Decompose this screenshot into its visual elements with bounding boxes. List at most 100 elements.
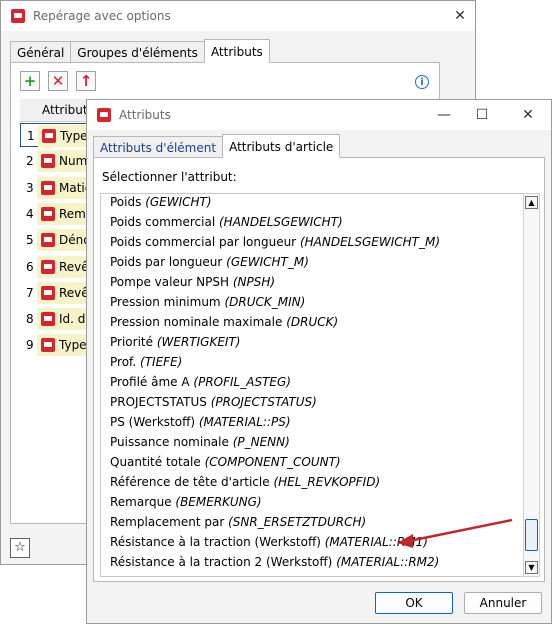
list-item[interactable]: Résistance à la traction (Werkstoff) (MA… bbox=[110, 532, 428, 552]
attribute-name: Priorité bbox=[110, 335, 153, 349]
table-row[interactable]: 7 Revêt bbox=[20, 281, 95, 305]
table-row[interactable]: 1 Type bbox=[20, 123, 96, 147]
ok-button[interactable]: OK bbox=[375, 592, 453, 614]
attribute-name: Référence de tête d'article bbox=[110, 475, 270, 489]
row-label: Type bbox=[60, 129, 88, 143]
list-item[interactable]: PROJECTSTATUS (PROJECTSTATUS) bbox=[110, 392, 317, 412]
tab-attributs-element[interactable]: Attributs d'élément bbox=[93, 136, 224, 158]
delete-icon[interactable]: ✕ bbox=[48, 71, 68, 91]
list-item[interactable]: Remplacement par (SNR_ERSETZTDURCH) bbox=[110, 512, 366, 532]
scrollbar[interactable]: ▲ ▼ bbox=[523, 193, 540, 577]
list-item[interactable]: Pression nominale maximale (DRUCK) bbox=[110, 312, 338, 332]
scroll-down-icon[interactable]: ▼ bbox=[525, 561, 538, 574]
close-icon[interactable]: ✕ bbox=[511, 104, 545, 126]
attribute-key: (DRUCK_MIN) bbox=[224, 295, 306, 309]
attribute-icon bbox=[41, 154, 55, 169]
attribute-name: Résistance à la traction (Werkstoff) bbox=[110, 535, 321, 549]
attribute-key: (HANDELSGEWICHT_M) bbox=[299, 235, 441, 249]
row-label: Type bbox=[59, 338, 87, 353]
list-item[interactable]: PS (Werkstoff) (MATERIAL::PS) bbox=[110, 412, 291, 432]
table-row[interactable]: 9 Type bbox=[20, 333, 95, 357]
attributs-tabs: Attributs d'élément Attributs d'article bbox=[93, 134, 341, 158]
scroll-thumb[interactable] bbox=[525, 519, 538, 551]
add-icon[interactable]: + bbox=[20, 71, 40, 91]
edit-icon[interactable]: ↑ bbox=[76, 71, 96, 91]
attribute-table: Attribut 1 Type 2 Num 3 Matié 4 Rema 5 Déno 6 Revêt… bbox=[20, 99, 96, 361]
row-number: 1 bbox=[27, 129, 35, 143]
attribute-key: (BEMERKUNG) bbox=[175, 495, 262, 509]
row-number: 4 bbox=[26, 206, 34, 221]
attribute-key: (P_NENN) bbox=[232, 435, 290, 449]
attribute-name: Poids commercial par longueur bbox=[110, 235, 297, 249]
table-row[interactable]: 2 Num bbox=[20, 149, 95, 173]
app-icon bbox=[97, 108, 111, 122]
row-label: Num bbox=[59, 154, 88, 169]
close-icon[interactable]: ✕ bbox=[443, 5, 477, 27]
tab-general[interactable]: Général bbox=[10, 41, 72, 63]
attribute-name: Poids commercial bbox=[110, 215, 216, 229]
attribute-name: Puissance nominale bbox=[110, 435, 229, 449]
table-row[interactable]: 8 Id. de bbox=[20, 307, 95, 331]
attribute-name: Poids par longueur bbox=[110, 255, 223, 269]
attribute-name: PS (Werkstoff) bbox=[110, 415, 196, 429]
attribute-key: (PROFIL_ASTEG) bbox=[193, 375, 291, 389]
scroll-up-icon[interactable]: ▲ bbox=[525, 196, 538, 209]
attribute-key: (NPSH) bbox=[232, 275, 276, 289]
row-number: 6 bbox=[26, 259, 34, 274]
list-item[interactable]: Prof. (TIEFE) bbox=[110, 352, 182, 372]
list-item[interactable]: Poids par longueur (GEWICHT_M) bbox=[110, 252, 309, 272]
list-item[interactable]: Profilé âme A (PROFIL_ASTEG) bbox=[110, 372, 291, 392]
attribute-name: Poids bbox=[110, 195, 142, 209]
attribute-key: (TIEFE) bbox=[140, 355, 183, 369]
table-row[interactable]: 4 Rema bbox=[20, 202, 95, 226]
repérage-title: Repérage avec options bbox=[33, 9, 171, 23]
tab-groupes[interactable]: Groupes d'éléments bbox=[70, 41, 205, 63]
list-item[interactable]: Puissance nominale (P_NENN) bbox=[110, 432, 290, 452]
list-item[interactable]: Poids commercial par longueur (HANDELSGE… bbox=[110, 232, 440, 252]
attribute-name: Résistance à la traction 2 (Werkstoff) bbox=[110, 555, 333, 569]
attribute-name: Pression minimum bbox=[110, 295, 221, 309]
list-item[interactable]: Poids (GEWICHT) bbox=[110, 192, 212, 212]
attribute-name: Prof. bbox=[110, 355, 137, 369]
attribute-key: (HANDELSGEWICHT) bbox=[219, 215, 343, 229]
attribute-name: PROJECTSTATUS bbox=[110, 395, 207, 409]
attribute-name: Pompe valeur NPSH bbox=[110, 275, 230, 289]
list-item[interactable]: Poids commercial (HANDELSGEWICHT) bbox=[110, 212, 343, 232]
attribute-key: (PROJECTSTATUS) bbox=[210, 395, 317, 409]
table-row[interactable]: 6 Revêt bbox=[20, 255, 95, 279]
list-item[interactable]: Pression minimum (DRUCK_MIN) bbox=[110, 292, 305, 312]
attribute-name: Quantité totale bbox=[110, 455, 201, 469]
cancel-button[interactable]: Annuler bbox=[464, 592, 542, 614]
table-row[interactable]: 5 Déno bbox=[20, 228, 95, 252]
attribute-name: Profilé âme A bbox=[110, 375, 190, 389]
select-prompt: Sélectionner l'attribut: bbox=[102, 170, 237, 184]
table-row[interactable]: 3 Matié bbox=[20, 176, 95, 200]
row-number: 2 bbox=[26, 154, 34, 169]
attribute-key: (MATERIAL::PS) bbox=[198, 415, 291, 429]
info-icon[interactable]: i bbox=[415, 75, 429, 89]
attribute-name: Remarque bbox=[110, 495, 172, 509]
maximize-icon[interactable]: ☐ bbox=[465, 104, 499, 126]
row-number: 3 bbox=[26, 180, 34, 195]
list-item[interactable]: Pompe valeur NPSH (NPSH) bbox=[110, 272, 275, 292]
favorite-button[interactable]: ☆ bbox=[10, 538, 30, 558]
attributs-titlebar: Attributs — ☐ ✕ bbox=[87, 100, 551, 130]
row-number: 9 bbox=[26, 338, 34, 353]
tab-attributs[interactable]: Attributs bbox=[203, 39, 270, 63]
attribute-key: (SNR_ERSETZTDURCH) bbox=[228, 515, 367, 529]
list-item[interactable]: Référence de tête d'article (HEL_REVKOPF… bbox=[110, 472, 380, 492]
minimize-icon[interactable]: — bbox=[427, 104, 461, 126]
row-number: 5 bbox=[26, 233, 34, 248]
row-number: 8 bbox=[26, 312, 34, 327]
attribute-key: (HEL_REVKOPFID) bbox=[273, 475, 381, 489]
list-item[interactable]: Remarque (BEMERKUNG) bbox=[110, 492, 262, 512]
list-item[interactable]: Résistance à la traction 2 (Werkstoff) (… bbox=[110, 552, 439, 572]
repérage-tabs: Général Groupes d'éléments Attributs bbox=[10, 39, 270, 63]
attribute-key: (MATERIAL::RM2) bbox=[336, 555, 440, 569]
attribute-icon bbox=[41, 233, 55, 248]
list-item[interactable]: Priorité (WERTIGKEIT) bbox=[110, 332, 240, 352]
attributs-title: Attributs bbox=[119, 108, 171, 122]
list-item[interactable]: Quantité totale (COMPONENT_COUNT) bbox=[110, 452, 341, 472]
attribute-icon bbox=[41, 206, 55, 221]
tab-attributs-article[interactable]: Attributs d'article bbox=[222, 134, 341, 158]
